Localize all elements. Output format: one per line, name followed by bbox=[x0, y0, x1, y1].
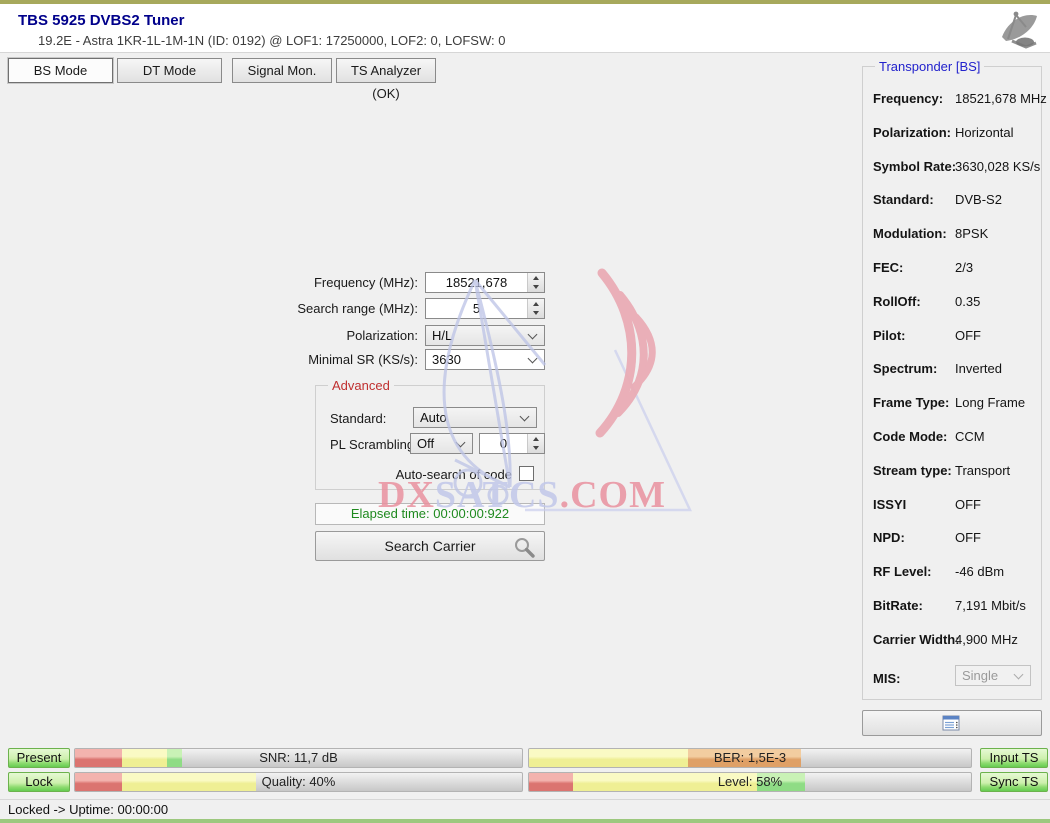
frequency-input[interactable]: 18521,678 bbox=[425, 272, 545, 293]
chevron-down-icon bbox=[456, 437, 466, 447]
search-range-input[interactable]: 5 bbox=[425, 298, 545, 319]
spinner-up-icon[interactable] bbox=[528, 434, 544, 444]
window-bottom-edge bbox=[0, 819, 1050, 823]
transponder-row: BitRate:7,191 Mbit/s bbox=[863, 590, 1041, 624]
status-bar: Locked -> Uptime: 00:00:00 bbox=[0, 799, 1050, 819]
standard-selected: Auto bbox=[414, 408, 521, 427]
tab-signal-mon[interactable]: Signal Mon. bbox=[232, 58, 332, 83]
tab-bs-mode[interactable]: BS Mode bbox=[8, 58, 113, 83]
level-bar-text: Level: 58% bbox=[529, 773, 971, 791]
mis-label: MIS: bbox=[873, 671, 900, 686]
search-range-label: Search range (MHz): bbox=[290, 301, 418, 316]
satellite-info-subtitle: 19.2E - Astra 1KR-1L-1M-1N (ID: 0192) @ … bbox=[38, 33, 505, 48]
minimal-sr-select[interactable]: 3630 bbox=[425, 349, 545, 370]
chevron-down-icon bbox=[520, 411, 530, 421]
spinner-up-icon[interactable] bbox=[528, 299, 544, 309]
polarization-selected: H/L bbox=[426, 326, 529, 345]
autosearch-checkbox[interactable] bbox=[519, 466, 534, 481]
transponder-row: Frequency:18521,678 MHz bbox=[863, 83, 1041, 117]
transponder-row: RollOff:0.35 bbox=[863, 286, 1041, 320]
autosearch-label: Auto-search of code bbox=[330, 467, 512, 482]
standard-label: Standard: bbox=[330, 411, 386, 426]
transponder-row: Frame Type:Long Frame bbox=[863, 387, 1041, 421]
transponder-row: FEC:2/3 bbox=[863, 252, 1041, 286]
ber-bar: BER: 1,5E-3 bbox=[528, 748, 972, 768]
pl-scrambling-select[interactable]: Off bbox=[410, 433, 473, 454]
transponder-row: Standard:DVB-S2 bbox=[863, 184, 1041, 218]
transponder-row: Carrier Width:4,900 MHz bbox=[863, 624, 1041, 658]
lock-indicator: Lock bbox=[8, 772, 70, 792]
chevron-down-icon bbox=[1014, 669, 1024, 679]
spinner-down-icon[interactable] bbox=[528, 283, 544, 293]
transponder-row: Modulation:8PSK bbox=[863, 218, 1041, 252]
snr-bar-text: SNR: 11,7 dB bbox=[75, 749, 522, 767]
quality-bar-text: Quality: 40% bbox=[75, 773, 522, 791]
sync-ts-indicator: Sync TS bbox=[980, 772, 1048, 792]
transponder-row: Stream type:Transport bbox=[863, 455, 1041, 489]
transponder-row: ISSYIOFF bbox=[863, 489, 1041, 523]
search-icon bbox=[512, 537, 536, 559]
search-carrier-button[interactable]: Search Carrier bbox=[315, 531, 545, 561]
tab-ts-analyzer[interactable]: TS Analyzer (OK) bbox=[336, 58, 436, 83]
chevron-down-icon bbox=[528, 353, 538, 363]
polarization-select[interactable]: H/L bbox=[425, 325, 545, 346]
minimal-sr-selected: 3630 bbox=[426, 350, 529, 369]
pl-code-input[interactable]: 0 bbox=[479, 433, 545, 454]
transponder-title: Transponder [BS] bbox=[875, 59, 984, 74]
satellite-dish-logo bbox=[992, 9, 1042, 51]
pl-code-value: 0 bbox=[480, 434, 527, 453]
spinner-up-icon[interactable] bbox=[528, 273, 544, 283]
pl-scrambling-label: PL Scrambling: bbox=[330, 437, 418, 452]
quality-bar: Quality: 40% bbox=[74, 772, 523, 792]
spinner-down-icon[interactable] bbox=[528, 444, 544, 454]
frequency-label: Frequency (MHz): bbox=[290, 275, 418, 290]
polarization-label: Polarization: bbox=[290, 328, 418, 343]
transponder-row: Polarization:Horizontal bbox=[863, 117, 1041, 151]
snr-bar: SNR: 11,7 dB bbox=[74, 748, 523, 768]
pl-scrambling-selected: Off bbox=[411, 434, 457, 453]
advanced-title: Advanced bbox=[328, 378, 394, 393]
transponder-row: Code Mode:CCM bbox=[863, 421, 1041, 455]
elapsed-time-box: Elapsed time: 00:00:00:922 bbox=[315, 503, 545, 525]
standard-select[interactable]: Auto bbox=[413, 407, 537, 428]
transponder-row: Pilot:OFF bbox=[863, 320, 1041, 354]
transponder-row: RF Level:-46 dBm bbox=[863, 556, 1041, 590]
transponder-groupbox: Transponder [BS] Frequency:18521,678 MHz… bbox=[862, 66, 1042, 700]
level-bar: Level: 58% bbox=[528, 772, 972, 792]
program-list-button[interactable] bbox=[862, 710, 1042, 736]
input-ts-indicator: Input TS bbox=[980, 748, 1048, 768]
transponder-row: Symbol Rate:3630,028 KS/s bbox=[863, 151, 1041, 185]
transponder-row: Spectrum:Inverted bbox=[863, 353, 1041, 387]
header: TBS 5925 DVBS2 Tuner 19.2E - Astra 1KR-1… bbox=[0, 4, 1050, 52]
header-divider bbox=[0, 52, 1050, 53]
mis-select: Single bbox=[955, 665, 1031, 686]
ber-bar-text: BER: 1,5E-3 bbox=[529, 749, 971, 767]
tab-dt-mode[interactable]: DT Mode bbox=[117, 58, 222, 83]
transponder-row: NPD:OFF bbox=[863, 522, 1041, 556]
app-title: TBS 5925 DVBS2 Tuner bbox=[18, 12, 184, 29]
tuner-window: TBS 5925 DVBS2 Tuner 19.2E - Astra 1KR-1… bbox=[0, 0, 1050, 823]
search-carrier-label: Search Carrier bbox=[384, 538, 475, 554]
frequency-value: 18521,678 bbox=[426, 273, 527, 292]
spinner-down-icon[interactable] bbox=[528, 309, 544, 319]
minimal-sr-label: Minimal SR (KS/s): bbox=[290, 352, 418, 367]
present-indicator: Present bbox=[8, 748, 70, 768]
search-range-value: 5 bbox=[426, 299, 527, 318]
program-list-icon bbox=[942, 715, 962, 731]
chevron-down-icon bbox=[528, 329, 538, 339]
mis-selected: Single bbox=[956, 666, 1015, 685]
